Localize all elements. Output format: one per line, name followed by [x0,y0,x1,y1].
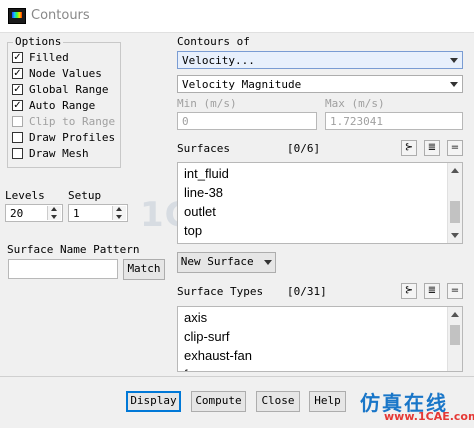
auto-range-label: Auto Range [29,99,96,112]
list-item[interactable]: line-38 [184,185,223,200]
draw-mesh-checkbox[interactable] [12,148,23,159]
clip-to-range-label: Clip to Range [29,115,116,128]
scroll-up-icon[interactable] [451,312,459,317]
deselect-icon[interactable]: = [447,283,463,299]
draw-mesh-label: Draw Mesh [29,147,89,160]
surface-types-count: [0/31] [287,285,327,298]
help-button[interactable]: Help [309,391,346,412]
max-field[interactable]: 1.723041 [325,112,463,130]
levels-spinner[interactable]: 20 [5,204,63,222]
surface-types-list[interactable]: axis clip-surf exhaust-fan f [177,306,463,372]
chevron-down-icon [450,82,458,87]
max-label: Max (m/s) [325,97,385,110]
surfaces-list[interactable]: int_fluid line-38 outlet top [177,162,463,244]
list-item[interactable]: axis [184,310,207,325]
draw-profiles-checkbox[interactable] [12,132,23,143]
separator [0,376,474,377]
compute-button[interactable]: Compute [191,391,246,412]
min-field[interactable]: 0 [177,112,317,130]
scroll-up-icon[interactable] [451,168,459,173]
surfaces-scrollbar[interactable] [447,163,462,243]
select-all-icon[interactable]: ⊱ [401,283,417,299]
contours-subvariable-dropdown[interactable]: Velocity Magnitude [177,75,463,93]
scrollbar-thumb[interactable] [450,325,460,345]
auto-range-checkbox[interactable]: ✓ [12,100,23,111]
global-range-checkbox[interactable]: ✓ [12,84,23,95]
close-button[interactable]: Close [256,391,300,412]
surface-name-pattern-input[interactable] [8,259,118,279]
levels-value: 20 [10,207,24,220]
setup-value: 1 [73,207,80,220]
options-legend: Options [13,35,64,48]
levels-down-arrow-icon[interactable] [47,213,61,220]
scroll-down-icon[interactable] [451,233,459,238]
setup-label: Setup [68,189,102,202]
filled-checkbox[interactable]: ✓ [12,52,23,63]
node-values-label: Node Values [29,67,102,80]
select-all-icon[interactable]: ⊱ [401,140,417,156]
setup-up-arrow-icon[interactable] [112,206,126,213]
new-surface-button[interactable]: New Surface [177,252,276,273]
list-item[interactable]: exhaust-fan [184,348,252,363]
deselect-icon[interactable]: = [447,140,463,156]
brand-url-text: www.1CAE.com [384,410,474,423]
contours-variable-dropdown[interactable]: Velocity... [177,51,463,69]
list-item[interactable]: top [184,223,202,238]
title-bar: Contours [0,0,474,33]
contours-app-icon [8,8,26,24]
scrollbar-thumb[interactable] [450,201,460,223]
chevron-down-icon [264,259,273,265]
list-icon[interactable]: ≣ [424,283,440,299]
surfaces-count: [0/6] [287,142,321,155]
list-icon[interactable]: ≣ [424,140,440,156]
filled-label: Filled [29,51,69,64]
surface-types-label: Surface Types [177,285,264,298]
levels-label: Levels [5,189,45,202]
global-range-label: Global Range [29,83,109,96]
chevron-down-icon [450,58,458,63]
list-item[interactable]: clip-surf [184,329,230,344]
surfaces-label: Surfaces [177,142,230,155]
display-button[interactable]: Display [126,391,181,412]
min-label: Min (m/s) [177,97,237,110]
list-item[interactable]: int_fluid [184,166,229,181]
setup-spinner[interactable]: 1 [68,204,128,222]
window-title: Contours [31,8,90,23]
contours-of-label: Contours of [177,35,250,48]
surface-types-scrollbar[interactable] [447,307,462,371]
list-item[interactable]: outlet [184,204,216,219]
setup-down-arrow-icon[interactable] [112,213,126,220]
node-values-checkbox[interactable]: ✓ [12,68,23,79]
clip-to-range-checkbox[interactable] [12,116,23,127]
draw-profiles-label: Draw Profiles [29,131,116,144]
levels-up-arrow-icon[interactable] [47,206,61,213]
surface-name-pattern-label: Surface Name Pattern [7,243,140,256]
brand-logo: 仿真在线 www.1CAE.com [356,387,474,423]
list-item[interactable]: f [184,367,188,371]
match-button[interactable]: Match [123,259,165,280]
